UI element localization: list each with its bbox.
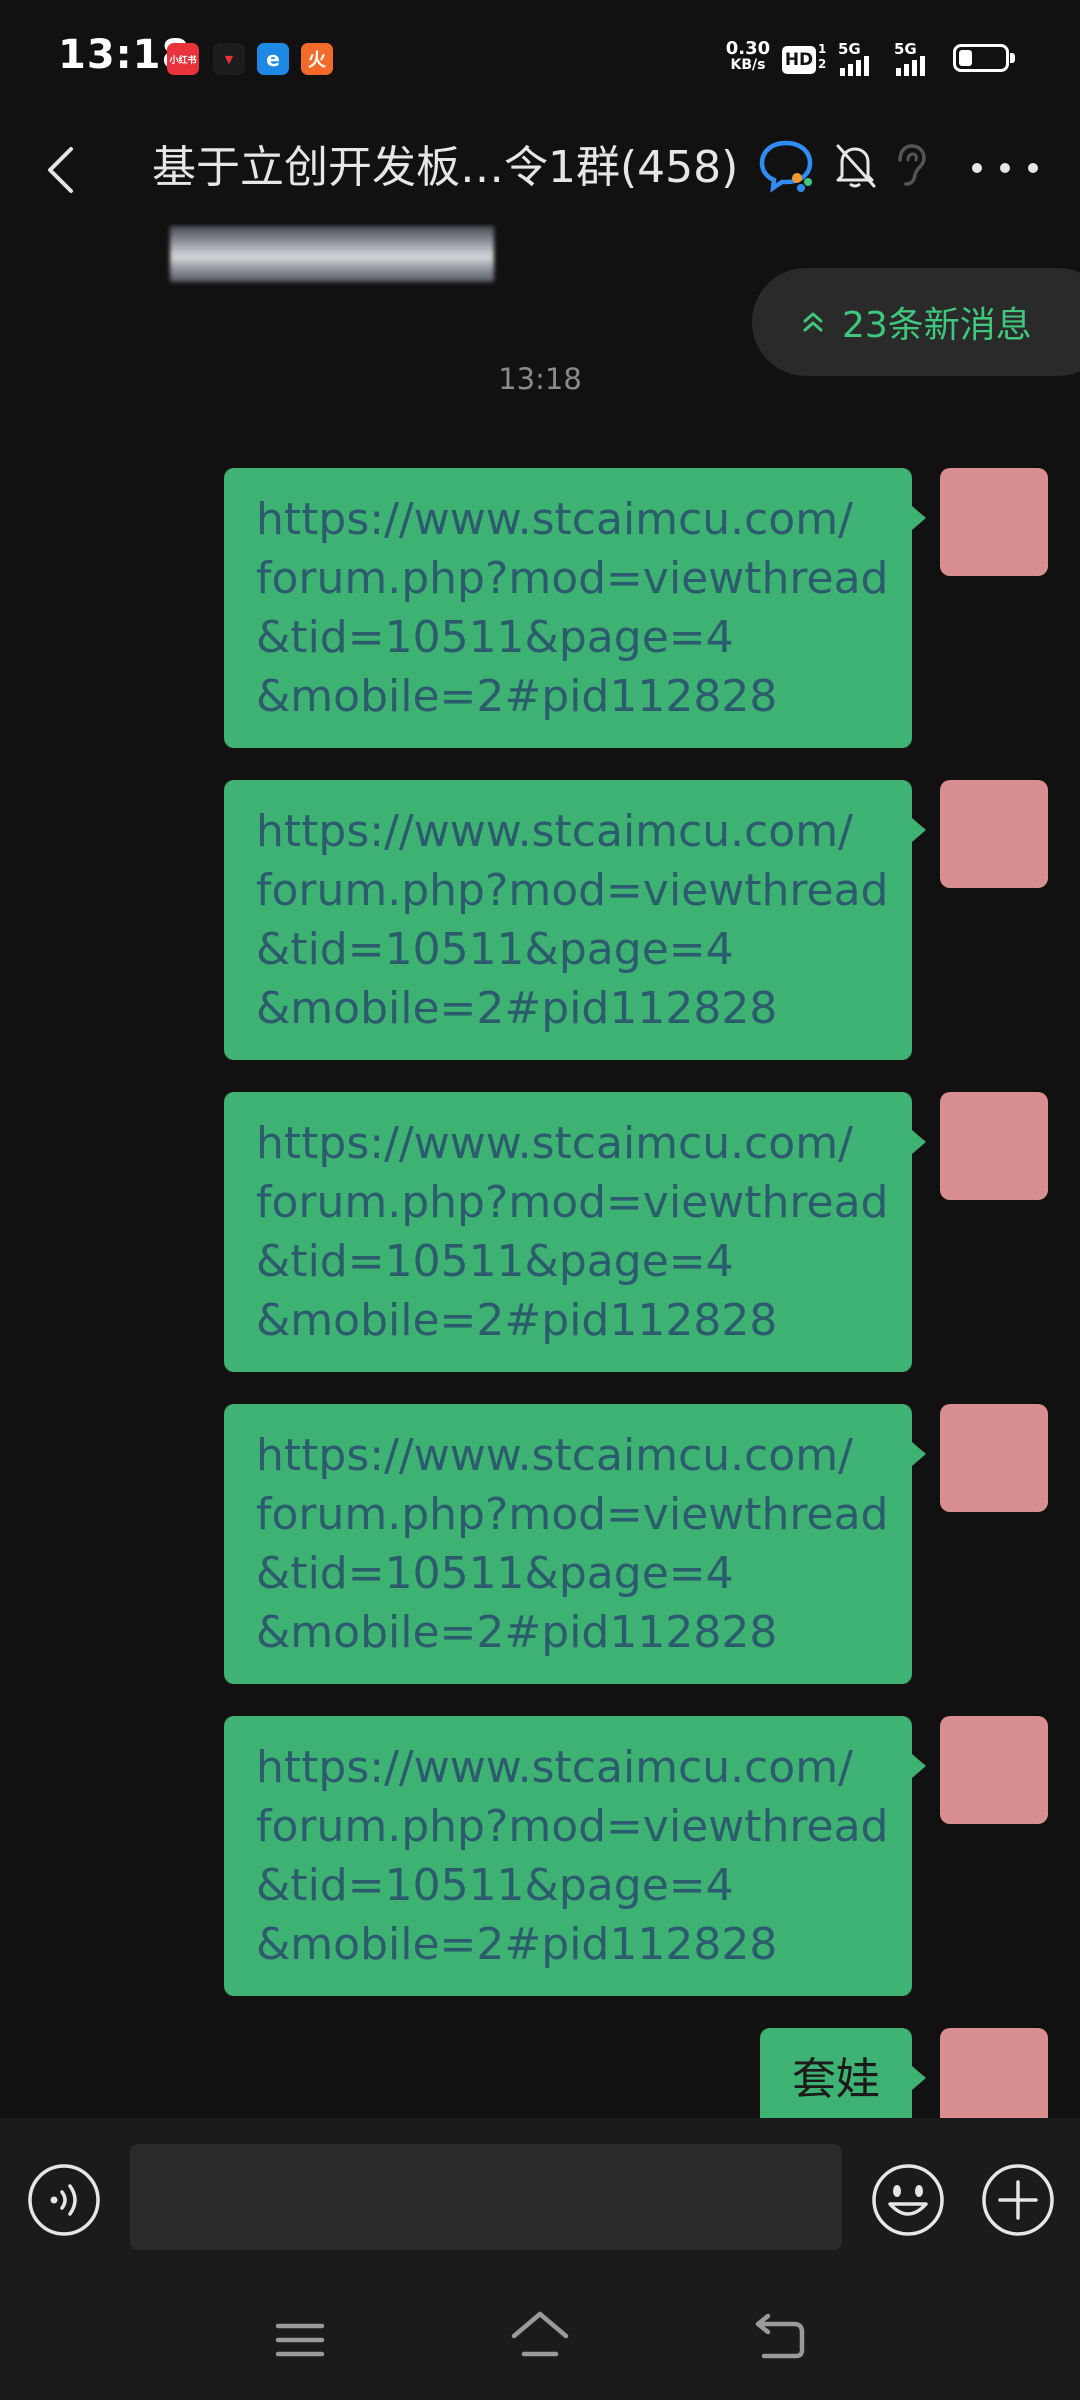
emoji-icon[interactable] (868, 2160, 948, 2240)
battery-icon (953, 44, 1015, 72)
status-bar: 13:18 小红书 ▼ e 火 0.30 KB/s HD 1 2 5G 5G (0, 0, 1080, 118)
link-bubble[interactable]: https://www.stcaimcu.com/ forum.php?mod=… (224, 1716, 926, 1996)
link-bubble[interactable]: https://www.stcaimcu.com/ forum.php?mod=… (224, 468, 926, 748)
hd-sub-label: 1 2 (818, 42, 827, 71)
bell-off-icon[interactable] (832, 140, 878, 190)
plus-icon[interactable] (978, 2160, 1058, 2240)
message-timestamp: 13:18 (498, 362, 582, 396)
signal-icon: 5G (838, 40, 882, 76)
xiaohongshu-app-icon: 小红书 (167, 43, 199, 75)
input-bar (0, 2118, 1080, 2282)
orange-app-icon: 火 (301, 43, 333, 75)
avatar[interactable] (940, 1404, 1048, 1512)
avatar[interactable] (940, 1716, 1048, 1824)
network-speed: 0.30 KB/s (725, 38, 771, 74)
home-icon[interactable] (508, 2306, 572, 2366)
message-list[interactable]: 23条新消息 13:18 https://www.stcaimcu.com/ f… (0, 224, 1080, 2118)
back-icon[interactable] (750, 2308, 810, 2364)
back-button[interactable] (30, 134, 90, 206)
browser-app-icon: e (257, 43, 289, 75)
chevron-left-icon (48, 147, 73, 193)
qq-group-icon[interactable] (756, 135, 816, 195)
chat-title[interactable]: 基于立创开发板…令1群(458) (152, 136, 752, 200)
signal-icon: 5G (894, 40, 938, 76)
link-bubble[interactable]: https://www.stcaimcu.com/ forum.php?mod=… (224, 1404, 926, 1684)
system-nav-bar (0, 2282, 1080, 2400)
menu-icon[interactable] (270, 2312, 330, 2368)
avatar[interactable] (940, 2028, 1048, 2118)
avatar[interactable] (940, 1092, 1048, 1200)
link-bubble[interactable]: https://www.stcaimcu.com/ forum.php?mod=… (224, 1092, 926, 1372)
avatar[interactable] (940, 780, 1048, 888)
text-bubble[interactable]: 套娃 (760, 2028, 926, 2118)
voice-icon[interactable] (26, 2162, 102, 2238)
red-app-icon: ▼ (213, 43, 245, 75)
earpiece-icon[interactable] (890, 140, 930, 190)
double-chevron-up-icon (802, 310, 824, 334)
hd-badge: HD (782, 46, 816, 74)
new-messages-label: 23条新消息 (842, 305, 1032, 346)
link-bubble[interactable]: https://www.stcaimcu.com/ forum.php?mod=… (224, 780, 926, 1060)
new-messages-button[interactable]: 23条新消息 (752, 268, 1080, 376)
message-input[interactable] (130, 2144, 842, 2250)
image-message[interactable] (170, 226, 494, 282)
more-dots-icon[interactable] (972, 148, 1038, 188)
chat-header: 基于立创开发板…令1群(458) (0, 118, 1080, 224)
avatar[interactable] (940, 468, 1048, 576)
